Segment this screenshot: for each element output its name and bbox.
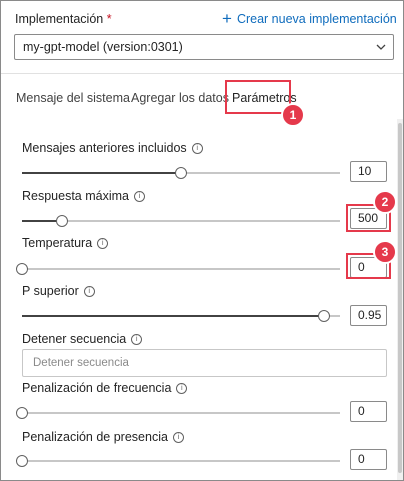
top-p-slider[interactable] (22, 310, 340, 322)
slider-thumb[interactable] (175, 167, 187, 179)
scrollbar[interactable] (397, 119, 403, 480)
chevron-down-icon (376, 44, 386, 50)
max-response-slider[interactable] (22, 215, 340, 227)
tab-add-data[interactable]: Agregar los datos (131, 91, 229, 105)
temperature-label-text: Temperatura (22, 236, 93, 250)
top-p-label: P superior i (22, 284, 95, 298)
slider-thumb[interactable] (16, 455, 28, 467)
plus-icon: + (222, 9, 232, 28)
past-messages-label: Mensajes anteriores incluidos i (22, 141, 203, 155)
max-response-label-text: Respuesta máxima (22, 189, 129, 203)
divider (1, 73, 403, 74)
callout-badge-3: 3 (373, 240, 397, 264)
info-icon[interactable]: i (176, 382, 188, 394)
slider-thumb[interactable] (55, 215, 68, 227)
slider-thumb[interactable] (318, 310, 331, 322)
slider-fill (22, 315, 325, 317)
info-icon[interactable]: i (97, 237, 109, 249)
frequency-penalty-label: Penalización de frecuencia i (22, 381, 188, 395)
stop-sequence-placeholder: Detener secuencia (33, 357, 129, 369)
info-icon[interactable]: i (172, 431, 184, 443)
create-deployment-link[interactable]: + Crear nueva implementación ⌄ (222, 9, 403, 28)
presence-penalty-input[interactable]: 0 (350, 449, 387, 470)
temperature-label: Temperatura i (22, 236, 109, 250)
deployment-label: Implementación * (15, 12, 112, 26)
past-messages-input[interactable]: 10 (350, 161, 387, 182)
deployment-label-text: Implementación (15, 12, 104, 26)
playground-panel: Implementación * + Crear nueva implement… (0, 0, 404, 481)
slider-thumb[interactable] (16, 263, 28, 275)
frequency-penalty-slider[interactable] (16, 407, 340, 419)
tab-system-message[interactable]: Mensaje del sistema (16, 91, 130, 105)
stop-sequence-label: Detener secuencia i (22, 332, 143, 346)
frequency-penalty-input[interactable]: 0 (350, 401, 387, 422)
past-messages-label-text: Mensajes anteriores incluidos (22, 141, 187, 155)
slider-fill (22, 172, 181, 174)
deployment-select-value: my-gpt-model (version:0301) (23, 40, 183, 54)
info-icon[interactable]: i (83, 285, 95, 297)
required-mark: * (106, 12, 112, 26)
presence-penalty-label-text: Penalización de presencia (22, 430, 168, 444)
top-p-label-text: P superior (22, 284, 79, 298)
parameters-tab-highlight (225, 80, 291, 114)
presence-penalty-label: Penalización de presencia i (22, 430, 184, 444)
info-icon[interactable]: i (191, 142, 203, 154)
callout-badge-2: 2 (373, 190, 397, 214)
scrollbar-thumb[interactable] (398, 123, 402, 473)
info-icon[interactable]: i (134, 190, 145, 202)
stop-sequence-input[interactable]: Detener secuencia (22, 349, 387, 377)
temperature-slider[interactable] (16, 263, 340, 275)
deployment-select[interactable]: my-gpt-model (version:0301) (14, 34, 394, 60)
info-icon[interactable]: i (131, 333, 143, 345)
frequency-penalty-label-text: Penalización de frecuencia (22, 381, 172, 395)
top-p-input[interactable]: 0.95 (350, 305, 387, 326)
stop-sequence-label-text: Detener secuencia (22, 332, 127, 346)
max-response-label: Respuesta máxima i (22, 189, 145, 203)
create-deployment-label: Crear nueva implementación (236, 12, 397, 26)
slider-thumb[interactable] (16, 407, 28, 419)
past-messages-slider[interactable] (22, 167, 340, 179)
presence-penalty-slider[interactable] (16, 455, 340, 467)
parameters-panel: Mensajes anteriores incluidos i 10 Respu… (1, 119, 397, 480)
